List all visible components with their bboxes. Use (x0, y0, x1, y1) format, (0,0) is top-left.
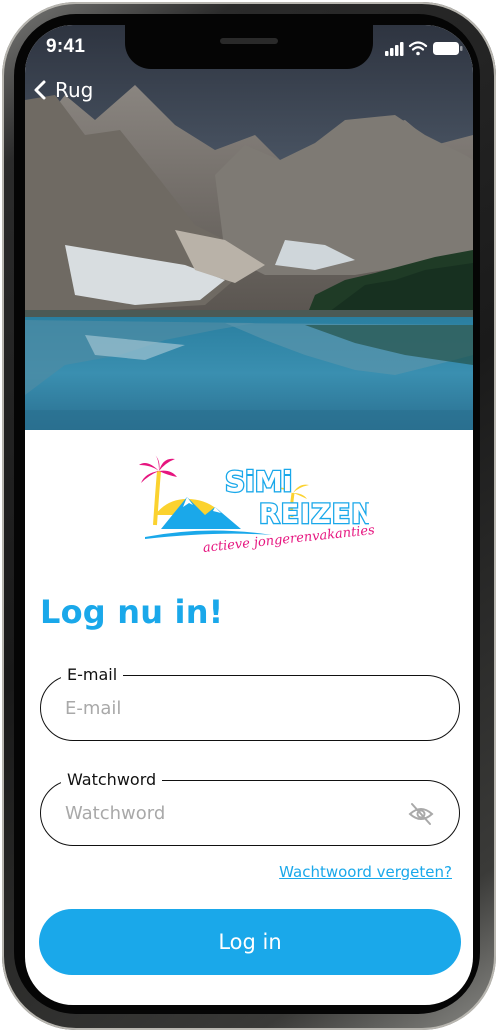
battery-icon (433, 42, 463, 55)
password-field: Watchword (40, 769, 460, 846)
email-input[interactable] (65, 690, 395, 726)
eye-off-icon[interactable] (407, 800, 435, 828)
notch (125, 25, 373, 69)
status-time: 9:41 (46, 36, 86, 57)
email-field: E-mail (40, 664, 460, 741)
forgot-password-link[interactable]: Wachtwoord vergeten? (279, 863, 452, 881)
password-label: Watchword (61, 769, 163, 791)
password-input[interactable] (65, 795, 395, 831)
simi-reizen-logo: SiMi REIZEN actieve jongerenvakanties (137, 455, 375, 575)
wifi-icon (408, 41, 428, 56)
email-label: E-mail (61, 664, 124, 686)
chevron-left-icon (34, 80, 46, 100)
status-icons (385, 41, 463, 56)
cellular-signal-icon (385, 42, 404, 56)
logo-wordmark: SiMi REIZEN (224, 464, 369, 529)
back-button[interactable]: Rug (33, 75, 93, 105)
logo-word-simi: SiMi (225, 465, 292, 498)
speaker-grille (220, 38, 278, 44)
screen: 9:41 Rug SiMi REIZEN actieve jongerenvak… (25, 25, 473, 1005)
page-title: Log nu in! (40, 593, 224, 631)
back-label: Rug (55, 78, 94, 102)
login-button[interactable]: Log in (39, 909, 461, 975)
